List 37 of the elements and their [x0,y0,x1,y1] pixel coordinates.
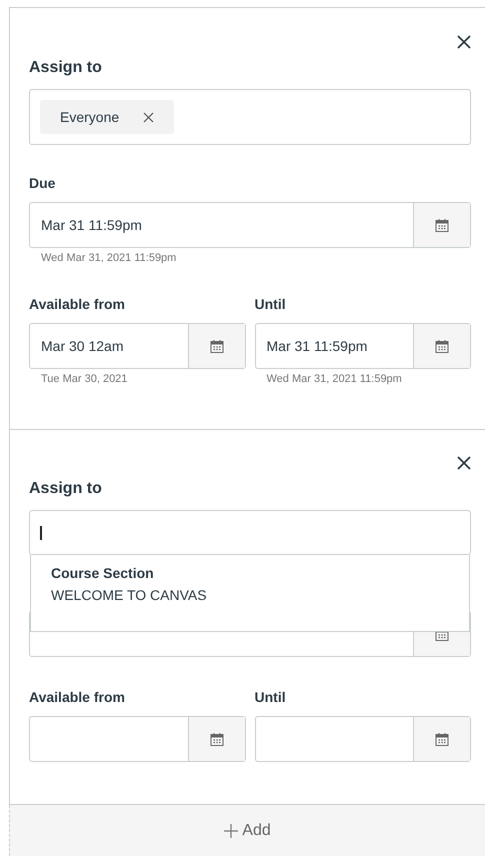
calendar-button[interactable] [413,203,470,247]
dropdown-option[interactable]: WELCOME TO CANVAS [51,587,207,603]
assign-to-field[interactable] [29,510,471,555]
field-label: Until [254,688,286,707]
assign-to-field[interactable]: Everyone [29,89,471,145]
due-date-field[interactable]: Mar 31 11:59pm [29,202,471,248]
close-icon[interactable] [457,35,471,49]
field-label: Assign to [29,479,102,499]
calendar-button[interactable] [413,717,470,761]
calendar-icon [210,732,224,746]
calendar-icon [435,732,449,746]
calendar-button[interactable] [188,717,244,761]
field-label: Assign to [29,58,102,78]
date-hint: Wed Mar 31, 2021 11:59pm [266,373,402,385]
date-field[interactable]: Mar 31 11:59pm [254,323,471,369]
date-hint: Tue Mar 30, 2021 [41,373,128,385]
calendar-icon [435,338,449,354]
field-label: Available from [29,688,125,707]
add-button[interactable]: Add [9,805,485,856]
calendar-icon [210,338,224,354]
date-field[interactable]: Mar 30 12am [29,323,246,369]
date-field[interactable] [254,716,471,762]
plus-icon [224,824,238,838]
field-label: Due [29,174,56,193]
remove-icon[interactable] [143,112,154,122]
field-label: Until [254,295,286,314]
date-hint: Wed Mar 31, 2021 11:59pm [41,252,176,264]
calendar-button[interactable] [188,324,244,368]
close-icon[interactable] [457,456,471,470]
date-field[interactable] [29,716,246,762]
field-label: Available from [29,295,125,314]
calendar-icon [435,218,449,232]
due-date-field[interactable] [29,611,471,657]
everyone-tag[interactable]: Everyone [40,100,174,134]
group-heading: Course Section [51,565,154,581]
text-cursor [40,526,42,540]
calendar-button[interactable] [413,324,470,368]
